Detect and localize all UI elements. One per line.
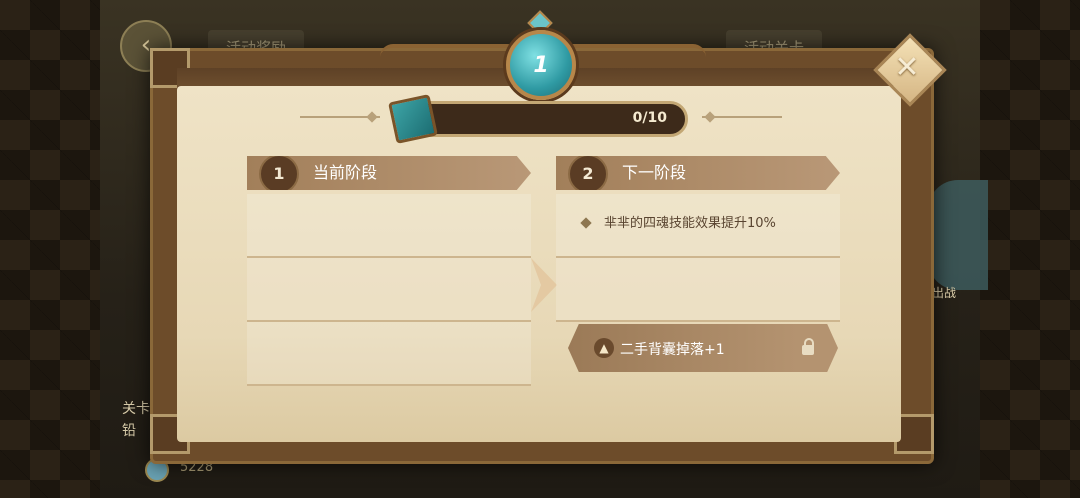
next-arrow-icon — [531, 258, 557, 312]
bullet-diamond — [580, 217, 592, 229]
stage-title: 当前阶段 — [313, 163, 378, 182]
background-label-2: 铅 — [122, 423, 136, 439]
current-stage-header: 1 当前阶段 — [247, 156, 531, 190]
right-side-pattern — [977, 0, 1080, 498]
deploy-button[interactable] — [928, 180, 988, 290]
flame-icon: ▲ — [594, 338, 614, 358]
left-side-pattern — [0, 0, 103, 498]
stage-number: 2 — [568, 156, 608, 190]
background-label: 关卡 — [122, 401, 150, 417]
list-item — [247, 322, 531, 386]
lock-icon — [802, 338, 814, 355]
next-stage-column: 2 下一阶段 芈芈的四魂技能效果提升10% ▲ 二手背囊掉落+1 — [556, 156, 840, 372]
effect-text: 芈芈的四魂技能效果提升10% — [604, 216, 776, 231]
stage-title: 下一阶段 — [622, 163, 687, 182]
level-number: 1 — [533, 52, 549, 78]
current-stage-column: 1 当前阶段 — [247, 156, 531, 386]
progress-text: 0/10 — [632, 110, 667, 126]
vine-ornament — [556, 44, 706, 70]
list-item — [247, 258, 531, 322]
level-medal: 1 — [506, 30, 576, 100]
drop-row: ▲ 二手背囊掉落+1 — [556, 312, 840, 384]
next-stage-header: 2 下一阶段 — [556, 156, 840, 190]
list-item — [247, 194, 531, 258]
drop-bonus-text: 二手背囊掉落+1 — [620, 342, 725, 358]
vine-ornament — [380, 44, 520, 70]
effect-row: 芈芈的四魂技能效果提升10% — [556, 194, 840, 258]
progress-bar: 0/10 — [420, 101, 688, 137]
deploy-label: 出战 — [932, 286, 957, 300]
book-icon — [388, 94, 438, 144]
stage-number: 1 — [259, 156, 299, 190]
drop-bonus-banner[interactable]: ▲ 二手背囊掉落+1 — [568, 324, 838, 372]
close-icon[interactable]: ✕ — [884, 44, 930, 90]
